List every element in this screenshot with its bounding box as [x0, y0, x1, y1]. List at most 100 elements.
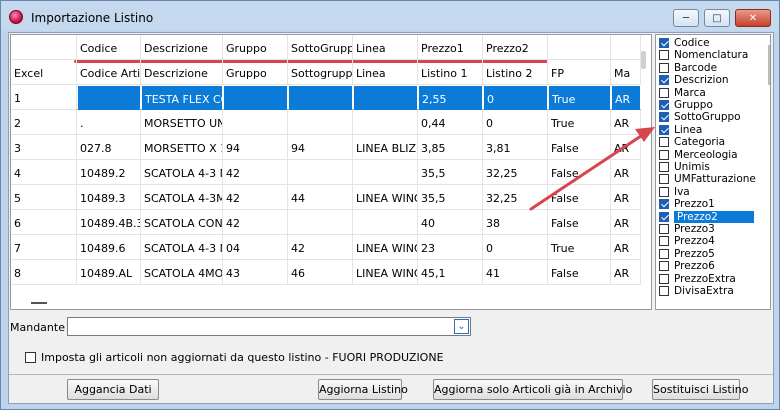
field-checklist-item[interactable]: Nomenclatura	[656, 49, 756, 61]
grid-cell[interactable]	[353, 160, 418, 185]
sostituisci-listino-button[interactable]: Sostituisci Listino	[652, 379, 748, 400]
field-checklist[interactable]: Codice Nomenclatura Barcode Descrizion Marca…	[655, 34, 771, 310]
grid-cell[interactable]: 44	[288, 185, 353, 210]
grid-cell[interactable]: AR	[611, 85, 641, 110]
field-checklist-item[interactable]: Prezzo1	[656, 198, 756, 210]
field-checklist-item[interactable]: Iva	[656, 186, 756, 198]
grid-cell[interactable]: 42	[223, 185, 288, 210]
field-checklist-item[interactable]: DivisaExtra	[656, 285, 756, 297]
grid-cell[interactable]: 94	[288, 135, 353, 160]
grid-cell[interactable]: True	[548, 110, 611, 135]
grid-cell[interactable]: 3	[11, 135, 77, 160]
field-checkbox[interactable]	[659, 261, 669, 272]
grid-cell[interactable]: 32,25	[483, 185, 548, 210]
field-checklist-item[interactable]: Barcode	[656, 62, 756, 74]
field-checklist-item[interactable]: Prezzo5	[656, 248, 756, 260]
grid-cell[interactable]: 42	[288, 235, 353, 260]
grid-cell[interactable]: Gruppo	[223, 60, 288, 85]
field-checklist-item[interactable]: PrezzoExtra	[656, 273, 756, 285]
table-row[interactable]: 6 10489.4B.3 SCATOLA CON 42 40 38 False AR	[11, 210, 651, 235]
grid-cell[interactable]: 027.8	[77, 135, 141, 160]
field-checkbox[interactable]	[659, 149, 669, 160]
table-row[interactable]: 8 10489.AL SCATOLA 4MOD 43 46 LINEA WINO 45,1 4…	[11, 260, 651, 285]
field-checkbox[interactable]	[659, 199, 669, 210]
grid-cell[interactable]: True	[548, 85, 611, 110]
grid-cell[interactable]: Listino 2	[483, 60, 548, 85]
grid-cell[interactable]: 35,5	[418, 185, 483, 210]
grid-cell[interactable]: AR	[611, 110, 641, 135]
field-checklist-item[interactable]: Prezzo2	[656, 210, 756, 223]
grid-cell[interactable]: Linea	[353, 35, 418, 60]
grid-cell[interactable]: True	[548, 235, 611, 260]
field-checkbox[interactable]	[659, 75, 669, 86]
table-row[interactable]: CodiceDescrizioneGruppoSottoGruppoLineaP…	[11, 35, 651, 60]
grid-cell[interactable]: SCATOLA CON	[141, 210, 223, 235]
grid-cell[interactable]: 10489.AL	[77, 260, 141, 285]
field-checklist-item[interactable]: Merceologia	[656, 149, 756, 161]
grid-cell[interactable]: SCATOLA 4-3MO	[141, 185, 223, 210]
field-checkbox[interactable]	[659, 124, 669, 135]
field-checklist-item[interactable]: Descrizion	[656, 74, 756, 86]
grid-cell[interactable]	[11, 35, 77, 60]
table-row[interactable]: 2. MORSETTO UN 0,44 0 True AR	[11, 110, 651, 135]
table-row[interactable]: 7 10489.6 SCATOLA 4-3 M 04 42 LINEA WINO 23 0 Tr…	[11, 235, 651, 260]
grid-cell[interactable]	[353, 110, 418, 135]
grid-cell[interactable]: 6	[11, 210, 77, 235]
field-checkbox[interactable]	[659, 236, 669, 247]
grid-cell[interactable]: SCATOLA 4MOD	[141, 260, 223, 285]
field-checkbox[interactable]	[659, 137, 669, 148]
grid-cell[interactable]: AR	[611, 185, 641, 210]
table-row[interactable]: 4 10489.2 SCATOLA 4-3 M 42 35,5 32,25 False AR	[11, 160, 651, 185]
field-checkbox[interactable]	[659, 286, 669, 296]
grid-cell[interactable]: 46	[288, 260, 353, 285]
maximize-button[interactable]: □	[704, 9, 730, 27]
field-checkbox[interactable]	[659, 273, 669, 284]
grid-cell[interactable]: Gruppo	[223, 35, 288, 60]
grid-cell[interactable]: 10489.3	[77, 185, 141, 210]
field-checkbox[interactable]	[659, 224, 669, 234]
grid-cell[interactable]	[223, 110, 288, 135]
aggancia-dati-button[interactable]: Aggancia Dati	[67, 379, 159, 400]
table-row[interactable]: 510489.3SCATOLA 4-3MO4244LINEA WINO35,53…	[11, 185, 651, 210]
grid-cell[interactable]: 10489.4B.3	[77, 210, 141, 235]
table-row[interactable]: Excel Codice Artic Descrizione Gruppo Sottog…	[11, 60, 651, 85]
import-grid[interactable]: CodiceDescrizioneGruppoSottoGruppoLineaP…	[10, 34, 652, 310]
grid-cell[interactable]: Prezzo1	[418, 35, 483, 60]
grid-cell[interactable]: 35,5	[418, 160, 483, 185]
field-checklist-item[interactable]: Categoria	[656, 136, 756, 148]
grid-cell[interactable]: Excel	[11, 60, 77, 85]
grid-cell[interactable]	[288, 85, 353, 110]
grid-cell[interactable]: 0,44	[418, 110, 483, 135]
field-checkbox[interactable]	[659, 62, 669, 73]
grid-cell[interactable]: 23	[418, 235, 483, 260]
mandante-combo[interactable]: ⌄	[67, 317, 471, 336]
field-checklist-item[interactable]: Marca	[656, 87, 756, 99]
grid-cell[interactable]: LINEA WINO	[353, 260, 418, 285]
grid-cell[interactable]: 43	[223, 260, 288, 285]
grid-cell[interactable]: 0	[483, 85, 548, 110]
grid-cell[interactable]: 38	[483, 210, 548, 235]
grid-cell[interactable]: 7	[11, 235, 77, 260]
grid-cell[interactable]: MORSETTO X 1	[141, 135, 223, 160]
field-checklist-item[interactable]: Prezzo6	[656, 260, 756, 272]
field-checkbox[interactable]	[659, 248, 669, 259]
checklist-scrollbar-thumb[interactable]	[768, 45, 770, 85]
grid-cell[interactable]	[288, 160, 353, 185]
field-checklist-item[interactable]: Linea	[656, 124, 756, 136]
grid-cell[interactable]	[288, 110, 353, 135]
grid-cell[interactable]: Ma	[611, 60, 641, 85]
field-checkbox[interactable]	[659, 174, 669, 185]
grid-cell[interactable]: SCATOLA 4-3 M	[141, 160, 223, 185]
grid-cell[interactable]: 10489.2	[77, 160, 141, 185]
grid-cell[interactable]: 0	[483, 235, 548, 260]
field-checklist-item[interactable]: SottoGruppo	[656, 111, 756, 123]
grid-cell[interactable]: 42	[223, 160, 288, 185]
field-checklist-item[interactable]: UMFatturazione	[656, 173, 756, 185]
grid-cell[interactable]: 3,81	[483, 135, 548, 160]
field-checklist-item[interactable]: Prezzo4	[656, 235, 756, 247]
grid-cell[interactable]: Codice	[77, 35, 141, 60]
grid-cell[interactable]: False	[548, 185, 611, 210]
grid-cell[interactable]: MORSETTO UN	[141, 110, 223, 135]
grid-cell[interactable]: SCATOLA 4-3 M	[141, 235, 223, 260]
grid-cell[interactable]: Prezzo2	[483, 35, 548, 60]
